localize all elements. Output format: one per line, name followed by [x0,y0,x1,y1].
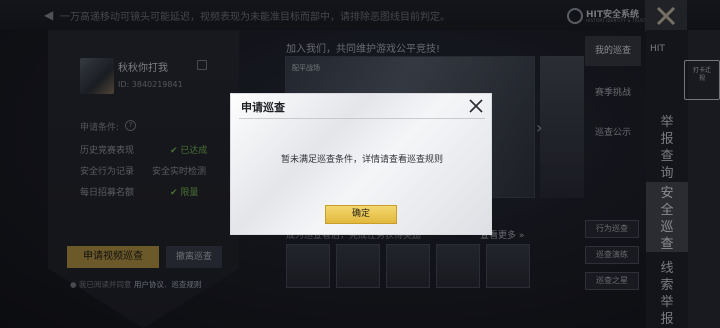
apply-patrol-dialog: 申请巡查 暂未满足巡查条件，详情请查看巡查规则 确定 [230,93,492,235]
dialog-close-button[interactable] [465,95,487,117]
dialog-title: 申请巡查 [241,101,285,114]
confirm-button[interactable]: 确定 [325,205,397,224]
close-icon [469,99,483,113]
dialog-header: 申请巡查 [231,94,493,118]
dialog-divider [239,118,485,119]
dialog-message: 暂未满足巡查条件，详情请查看巡查规则 [280,155,443,165]
